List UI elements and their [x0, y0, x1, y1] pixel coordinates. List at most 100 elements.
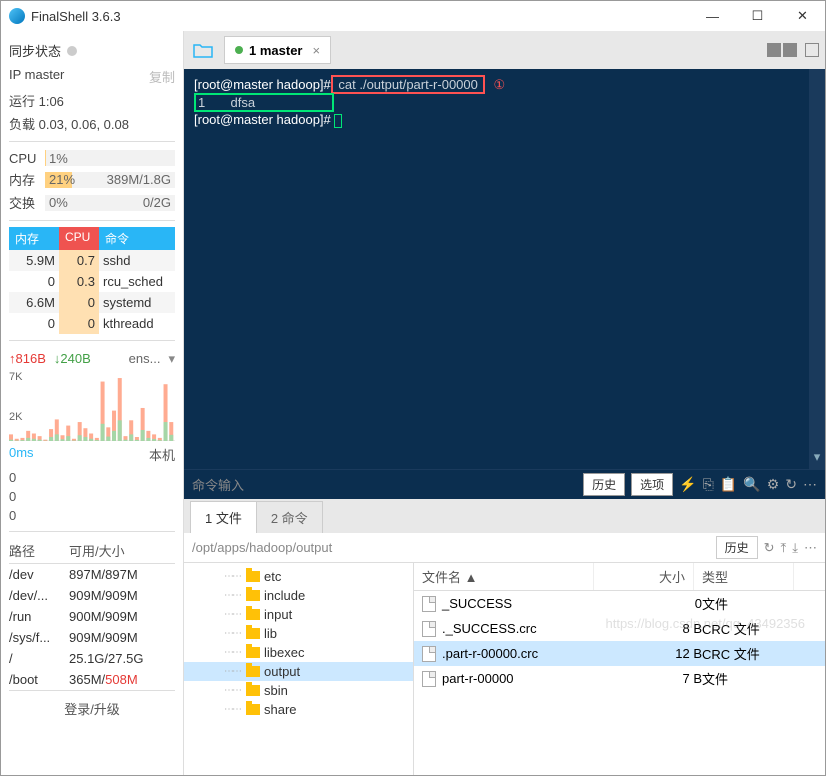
close-button[interactable]: ✕ — [780, 1, 825, 31]
file-list-header[interactable]: 文件名 ▲ 大小 类型 — [414, 563, 825, 591]
login-upgrade-button[interactable]: 登录/升级 — [9, 690, 175, 726]
file-tabs: 1 文件 2 命令 — [184, 499, 825, 533]
tree-node[interactable]: ⋯⋯libexec — [184, 643, 413, 662]
file-icon — [422, 621, 436, 637]
cpu-label: CPU — [9, 151, 39, 166]
file-icon — [422, 671, 436, 687]
disk-row[interactable]: /25.1G/27.5G — [9, 648, 175, 669]
title-bar: FinalShell 3.6.3 — ☐ ✕ — [1, 1, 825, 31]
folder-icon — [246, 571, 260, 582]
terminal[interactable]: [root@master hadoop]# cat ./output/part-… — [184, 69, 825, 469]
folder-icon — [246, 685, 260, 696]
tree-node[interactable]: ⋯⋯etc — [184, 567, 413, 586]
folder-icon — [246, 647, 260, 658]
folder-icon — [246, 628, 260, 639]
sync-label: 同步状态 — [9, 41, 61, 60]
tree-node[interactable]: ⋯⋯include — [184, 586, 413, 605]
grid-view-icon[interactable] — [767, 43, 797, 57]
tab-files[interactable]: 1 文件 — [190, 501, 257, 533]
process-row[interactable]: 00.3rcu_sched — [9, 271, 175, 292]
disk-row[interactable]: /dev897M/897M — [9, 564, 175, 585]
minimize-button[interactable]: — — [690, 1, 735, 31]
swap-label: 交换 — [9, 193, 39, 212]
sync-status: 同步状态 — [9, 37, 175, 64]
status-dot-icon — [235, 46, 243, 54]
tree-node[interactable]: ⋯⋯input — [184, 605, 413, 624]
file-row[interactable]: part-r-000007 B文件 — [414, 666, 825, 691]
terminal-scrollbar[interactable]: ▾ — [809, 69, 825, 469]
paste-icon[interactable]: 📋 — [720, 476, 737, 493]
disk-row[interactable]: /boot365M/508M — [9, 669, 175, 690]
upload-icon[interactable]: ⤒ — [781, 540, 787, 556]
cursor-icon — [334, 114, 342, 128]
folder-icon — [246, 590, 260, 601]
single-view-icon[interactable] — [805, 43, 819, 57]
tree-node[interactable]: ⋯⋯lib — [184, 624, 413, 643]
mem-label: 内存 — [9, 170, 39, 189]
tab-label: 1 master — [249, 43, 302, 58]
file-row[interactable]: _SUCCESS0文件 — [414, 591, 825, 616]
maximize-button[interactable]: ☐ — [735, 1, 780, 31]
search-icon[interactable]: 🔍 — [743, 476, 760, 493]
cpu-bar: 1% — [45, 150, 175, 166]
chevron-down-icon[interactable]: ▾ — [814, 449, 821, 465]
folder-icon — [246, 704, 260, 715]
more-icon[interactable]: ⋯ — [803, 476, 817, 493]
path-history-button[interactable]: 历史 — [716, 536, 758, 559]
window-title: FinalShell 3.6.3 — [31, 9, 690, 24]
tree-node[interactable]: ⋯⋯sbin — [184, 681, 413, 700]
file-icon — [422, 596, 436, 612]
command-input[interactable]: 命令输入 — [192, 475, 577, 494]
process-row[interactable]: 6.6M0systemd — [9, 292, 175, 313]
network-stats: ↑816B↓240Bens...▾ — [9, 347, 175, 371]
process-row[interactable]: 00kthreadd — [9, 313, 175, 334]
file-row[interactable]: .part-r-00000.crc12 BCRC 文件 — [414, 641, 825, 666]
disk-row[interactable]: /run900M/909M — [9, 606, 175, 627]
more-icon[interactable]: ⋯ — [804, 540, 817, 556]
host-label[interactable]: 本机 — [149, 445, 175, 464]
folder-icon — [246, 609, 260, 620]
options-button[interactable]: 选项 — [631, 473, 673, 496]
highlighted-command: cat ./output/part-r-00000 — [331, 75, 486, 94]
tab-commands[interactable]: 2 命令 — [256, 501, 323, 533]
copy-icon[interactable]: ⎘ — [703, 476, 714, 493]
tab-close-icon[interactable]: × — [312, 43, 320, 58]
ping-value: 0ms — [9, 445, 34, 464]
process-row[interactable]: 5.9M0.7sshd — [9, 250, 175, 271]
refresh-icon[interactable]: ↻ — [764, 540, 775, 556]
copy-button[interactable]: 复制 — [149, 67, 175, 86]
refresh-icon[interactable]: ↻ — [785, 476, 797, 493]
ip-label: IP master — [9, 67, 64, 86]
highlighted-output: 1 dfsa — [194, 93, 334, 112]
path-bar: /opt/apps/hadoop/output 历史 ↻ ⤒ ⤓ ⋯ — [184, 533, 825, 563]
disk-header: 路径可用/大小 — [9, 538, 175, 564]
tree-node[interactable]: ⋯⋯share — [184, 700, 413, 719]
network-chart: 7K 2K — [9, 371, 175, 441]
sidebar: 同步状态 IP master 复制 运行 1:06 负载 0.03, 0.06, … — [1, 31, 184, 775]
tree-node[interactable]: ⋯⋯output — [184, 662, 413, 681]
current-path[interactable]: /opt/apps/hadoop/output — [192, 540, 710, 555]
process-header: 内存CPU命令 — [9, 227, 175, 250]
folder-open-icon[interactable] — [190, 39, 218, 61]
disk-row[interactable]: /sys/f...909M/909M — [9, 627, 175, 648]
file-icon — [422, 646, 436, 662]
app-logo-icon — [9, 8, 25, 24]
command-bar: 命令输入 历史 选项 ⚡ ⎘ 📋 🔍 ⚙ ↻ ⋯ — [184, 469, 825, 499]
tab-bar: 1 master × — [184, 31, 825, 69]
uptime: 运行 1:06 — [9, 89, 175, 112]
history-button[interactable]: 历史 — [583, 473, 625, 496]
annotation-1-icon: ① — [493, 77, 505, 92]
load-avg: 负载 0.03, 0.06, 0.08 — [9, 112, 175, 135]
gear-icon[interactable]: ⚙ — [767, 476, 780, 493]
folder-tree[interactable]: ⋯⋯etc⋯⋯include⋯⋯input⋯⋯lib⋯⋯libexec⋯⋯out… — [184, 563, 414, 775]
mem-bar: 21%389M/1.8G — [45, 172, 175, 188]
folder-icon — [246, 666, 260, 677]
bolt-icon[interactable]: ⚡ — [679, 476, 696, 493]
disk-row[interactable]: /dev/...909M/909M — [9, 585, 175, 606]
sync-dot-icon — [67, 46, 77, 56]
download-icon[interactable]: ⤓ — [792, 540, 798, 556]
session-tab[interactable]: 1 master × — [224, 36, 331, 64]
file-list[interactable]: 文件名 ▲ 大小 类型 https://blog.csdn.net/qq_434… — [414, 563, 825, 775]
file-row[interactable]: ._SUCCESS.crc8 BCRC 文件 — [414, 616, 825, 641]
swap-bar: 0%0/2G — [45, 195, 175, 211]
